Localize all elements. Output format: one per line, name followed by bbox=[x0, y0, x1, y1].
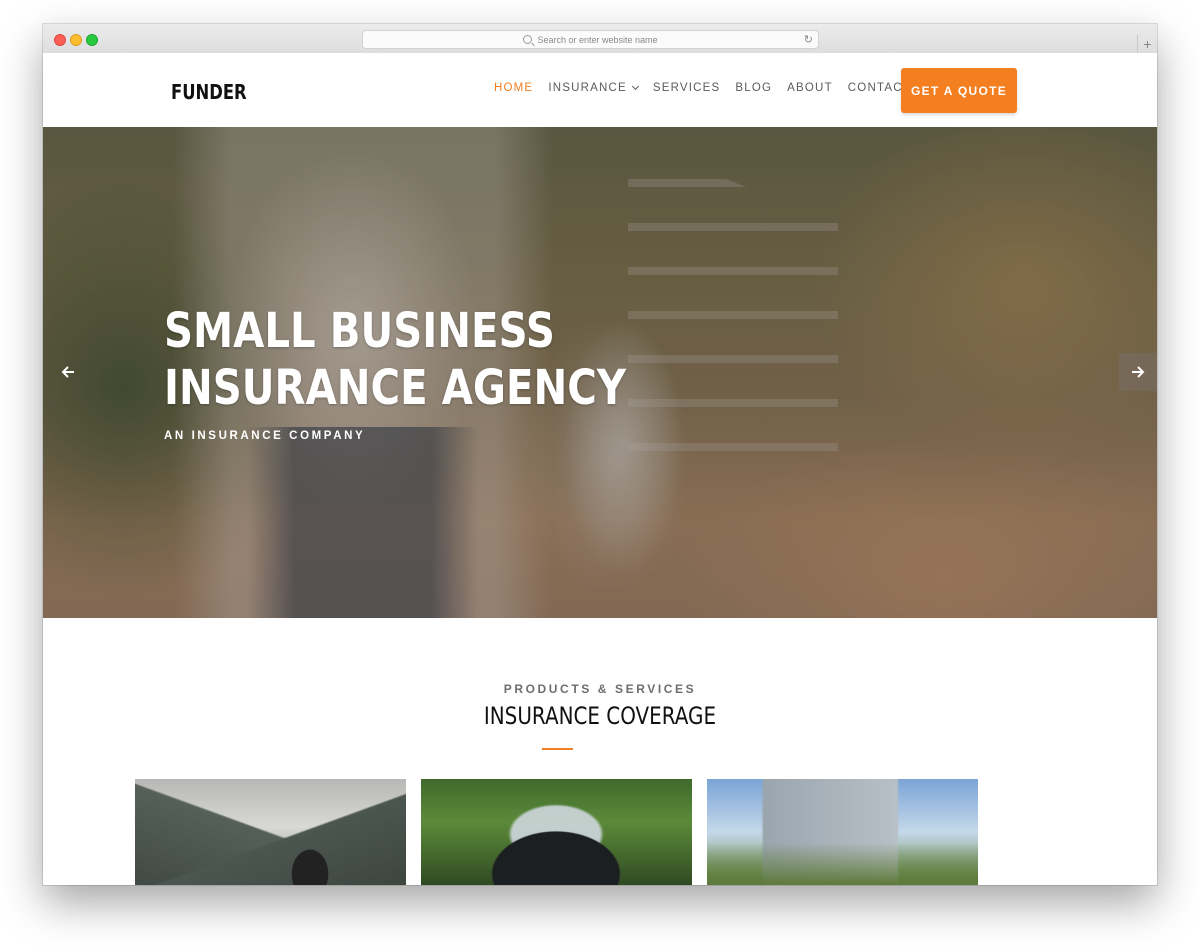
close-window-button[interactable] bbox=[54, 34, 66, 46]
title-underline bbox=[542, 748, 573, 750]
coverage-card-home[interactable] bbox=[707, 779, 978, 885]
reload-icon[interactable]: ↻ bbox=[804, 33, 813, 46]
coverage-card-personal[interactable] bbox=[135, 779, 406, 885]
minimize-window-button[interactable] bbox=[70, 34, 82, 46]
nav-services-label: SERVICES bbox=[652, 82, 721, 94]
site-header: FUNDER HOME INSURANCE SERVICES BLOG ABOU… bbox=[43, 53, 1157, 127]
hero-subtitle: AN INSURANCE COMPANY bbox=[164, 430, 366, 442]
nav-about-label: ABOUT bbox=[787, 82, 833, 94]
chevron-down-icon bbox=[631, 82, 639, 91]
nav-blog-label: BLOG bbox=[735, 82, 773, 94]
address-bar-placeholder: Search or enter website name bbox=[537, 34, 658, 45]
slider-next-button[interactable] bbox=[1119, 353, 1157, 391]
nav-home[interactable]: HOME bbox=[494, 82, 533, 94]
new-tab-button[interactable]: + bbox=[1137, 35, 1157, 53]
coverage-card-auto[interactable] bbox=[421, 779, 692, 885]
main-nav: HOME INSURANCE SERVICES BLOG ABOUT CONTA… bbox=[494, 82, 926, 94]
nav-about[interactable]: ABOUT bbox=[787, 82, 833, 94]
browser-toolbar: Search or enter website name ↻ + bbox=[43, 24, 1157, 54]
site-logo[interactable]: FUNDER bbox=[171, 80, 247, 104]
section-title: INSURANCE COVERAGE bbox=[483, 702, 717, 730]
hero-slider: SMALL BUSINESS INSURANCE AGENCY AN INSUR… bbox=[43, 127, 1157, 618]
browser-window: Search or enter website name ↻ + FUNDER … bbox=[43, 24, 1157, 885]
slider-prev-button[interactable] bbox=[49, 353, 87, 391]
get-a-quote-button[interactable]: GET A QUOTE bbox=[901, 68, 1017, 113]
hero-title: SMALL BUSINESS INSURANCE AGENCY bbox=[164, 303, 626, 417]
hero-title-line-1: SMALL BUSINESS bbox=[164, 303, 555, 359]
arrow-right-icon bbox=[1132, 366, 1145, 378]
hero-title-line-2: INSURANCE AGENCY bbox=[164, 360, 627, 416]
nav-home-label: HOME bbox=[494, 82, 534, 94]
nav-blog[interactable]: BLOG bbox=[735, 82, 772, 94]
search-icon bbox=[523, 35, 533, 44]
nav-insurance[interactable]: INSURANCE bbox=[548, 82, 639, 94]
arrow-left-icon bbox=[61, 366, 74, 378]
nav-services[interactable]: SERVICES bbox=[653, 82, 721, 94]
section-kicker: PRODUCTS & SERVICES bbox=[503, 682, 697, 696]
address-bar[interactable]: Search or enter website name ↻ bbox=[362, 30, 819, 49]
nav-insurance-label: INSURANCE bbox=[548, 82, 627, 94]
zoom-window-button[interactable] bbox=[86, 34, 98, 46]
